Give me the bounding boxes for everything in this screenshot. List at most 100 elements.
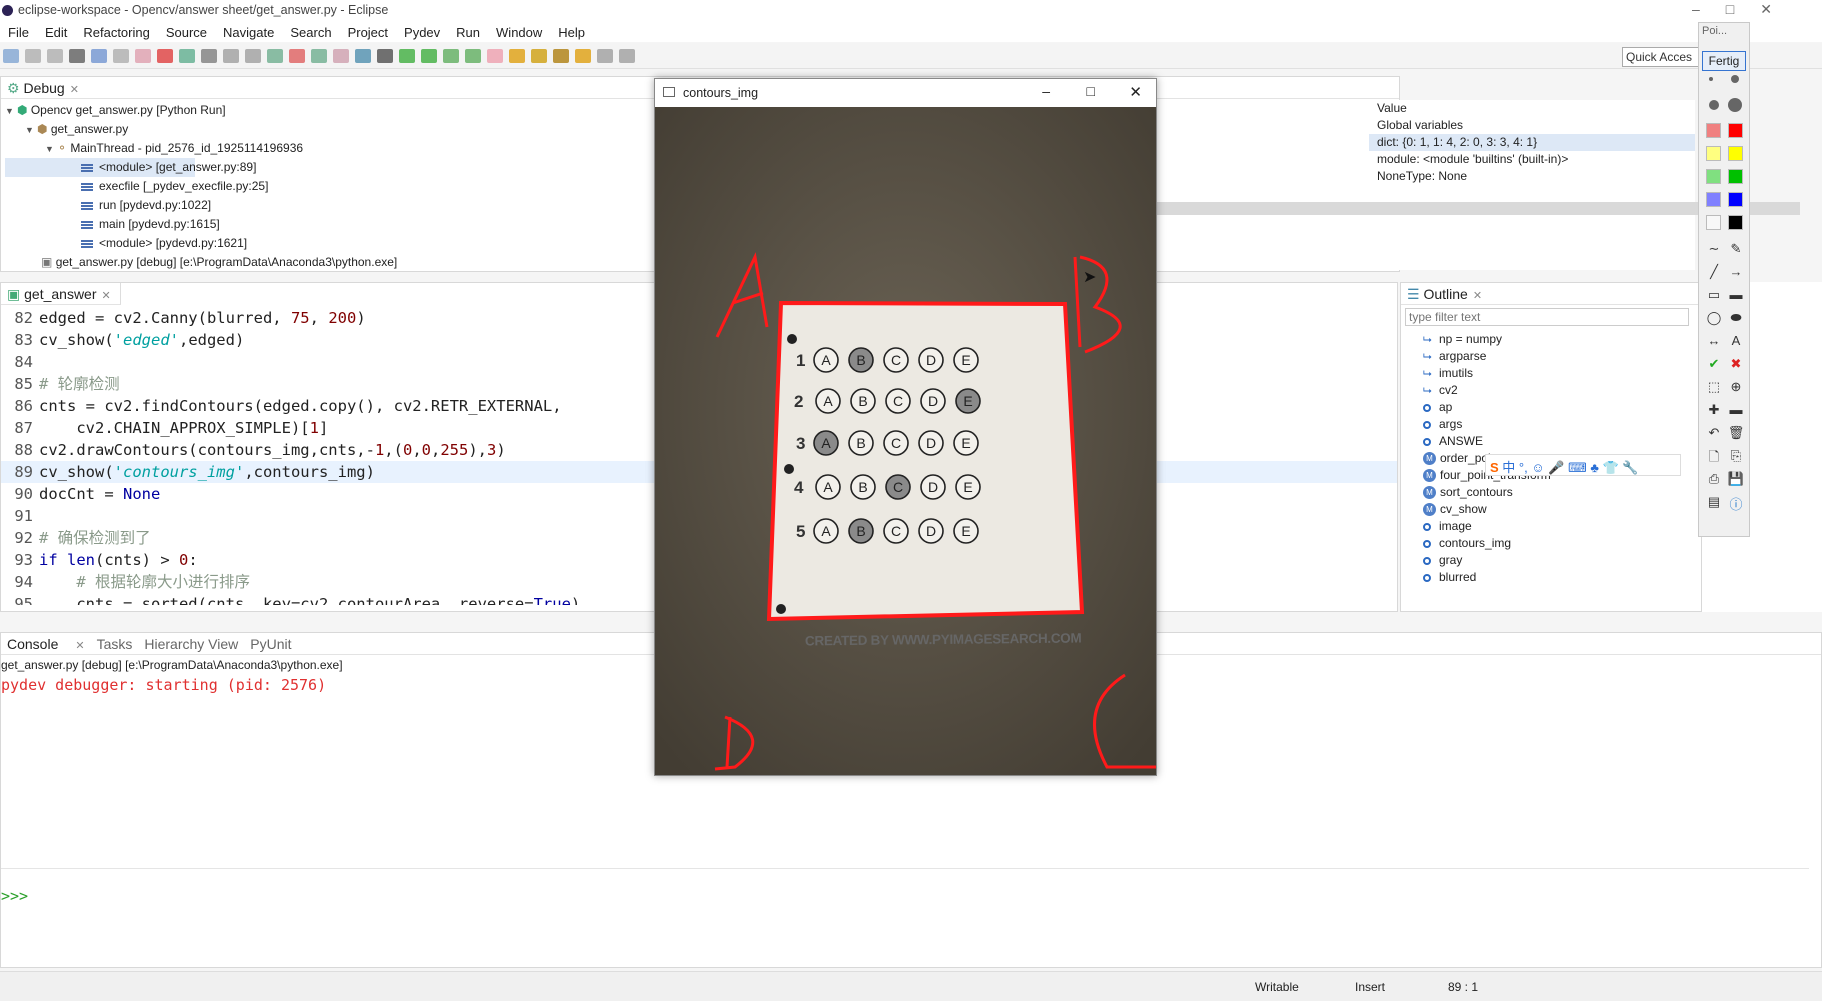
tab-pyunit[interactable]: PyUnit	[250, 636, 291, 652]
menu-pydev[interactable]: Pydev	[396, 24, 448, 41]
outline-item[interactable]: ⮡ cv2	[1401, 382, 1701, 399]
tab-tasks[interactable]: Tasks	[97, 636, 133, 652]
outline-item[interactable]: gray	[1401, 552, 1701, 569]
toolbar-icon[interactable]	[135, 49, 151, 63]
toolbar-icon[interactable]	[223, 49, 239, 63]
toolbar-icon[interactable]	[245, 49, 261, 63]
brush-size-small[interactable]	[1709, 77, 1713, 81]
toolbar-icon[interactable]	[179, 49, 195, 63]
print-icon[interactable]: ⎙	[1704, 471, 1724, 487]
toolbar-icon[interactable]	[597, 49, 613, 63]
stack-frame[interactable]: <module> [get_answer.py:89]	[5, 158, 256, 177]
brush-size-large[interactable]	[1728, 98, 1742, 112]
menu-edit[interactable]: Edit	[37, 24, 75, 41]
outline-item[interactable]: contours_img	[1401, 535, 1701, 552]
toolbar-icon[interactable]	[443, 49, 459, 63]
ellipse-icon[interactable]: ◯	[1704, 310, 1724, 326]
close-icon[interactable]: ✕	[102, 290, 111, 302]
eraser-icon[interactable]: ✎	[1726, 241, 1746, 257]
plus-icon[interactable]: ✚	[1704, 402, 1724, 418]
maximize-button[interactable]: □	[1087, 83, 1095, 99]
zoom-icon[interactable]: ⊕	[1726, 379, 1746, 395]
toolbar-icon[interactable]	[289, 49, 305, 63]
info-icon[interactable]: ⓘ	[1726, 494, 1746, 513]
color-swatch[interactable]	[1728, 215, 1743, 230]
ime-toolbar[interactable]: S 中 °, ☺ 🎤 ⌨ ♣ 👕 🔧	[1485, 454, 1681, 476]
tab-get-answer[interactable]: ▣ get_answer ✕	[1, 283, 121, 305]
text-icon[interactable]: A	[1726, 333, 1746, 348]
minus-icon[interactable]: ▬	[1726, 402, 1746, 417]
check-icon[interactable]: ✔	[1704, 356, 1724, 372]
toolbar-icon[interactable]	[267, 49, 283, 63]
tab-hierarchy-view[interactable]: Hierarchy View	[144, 636, 238, 652]
color-swatch-light[interactable]	[1706, 215, 1721, 230]
toolbar-icon[interactable]	[47, 49, 63, 63]
toolbar-icon[interactable]	[311, 49, 327, 63]
quick-access-input[interactable]: Quick Acces	[1622, 47, 1704, 67]
toolbar-icon[interactable]	[3, 49, 19, 63]
color-swatch-light[interactable]	[1706, 123, 1721, 138]
image-window-titlebar[interactable]: contours_img – □ ✕	[655, 79, 1156, 107]
toolbar-icon[interactable]	[553, 49, 569, 63]
toolbar-icon[interactable]	[355, 49, 371, 63]
window-controls[interactable]: –□✕	[1692, 1, 1798, 18]
menu-search[interactable]: Search	[282, 24, 339, 41]
menu-source[interactable]: Source	[158, 24, 215, 41]
menu-window[interactable]: Window	[488, 24, 550, 41]
brush-size-large[interactable]	[1731, 75, 1739, 83]
outline-item[interactable]: ⮡ np = numpy	[1401, 331, 1701, 348]
toolbar-icon[interactable]	[421, 49, 437, 63]
arrow-icon[interactable]: →	[1726, 264, 1746, 279]
fertig-button[interactable]: Fertig	[1702, 51, 1746, 71]
line-icon[interactable]: ╱	[1704, 264, 1724, 280]
toolbar-icon[interactable]	[25, 49, 41, 63]
rectangle-icon[interactable]: ▭	[1704, 287, 1724, 303]
toolbar-icon[interactable]	[91, 49, 107, 63]
menu-project[interactable]: Project	[340, 24, 396, 41]
toolbar-icon[interactable]	[509, 49, 525, 63]
filled-rectangle-icon[interactable]: ▬	[1726, 287, 1746, 302]
color-swatch-light[interactable]	[1706, 146, 1721, 161]
crop-icon[interactable]: ⬚	[1704, 379, 1724, 395]
close-button[interactable]: ✕	[1129, 83, 1142, 101]
color-swatch[interactable]	[1728, 146, 1743, 161]
toolbar-icon[interactable]	[157, 49, 173, 63]
outline-filter-input[interactable]	[1405, 308, 1689, 326]
toolbar-icon[interactable]	[333, 49, 349, 63]
cross-icon[interactable]: ✖	[1726, 356, 1746, 372]
menu-file[interactable]: File	[0, 24, 37, 41]
toolbar-icon[interactable]	[575, 49, 591, 63]
menu-run[interactable]: Run	[448, 24, 488, 41]
double-arrow-icon[interactable]: ↔	[1704, 333, 1724, 348]
toolbar-icon[interactable]	[619, 49, 635, 63]
color-swatch[interactable]	[1728, 192, 1743, 207]
color-swatch[interactable]	[1728, 169, 1743, 184]
toolbar-icon[interactable]	[201, 49, 217, 63]
close-icon[interactable]: ✕	[75, 640, 84, 652]
outline-item[interactable]: ANSWE	[1401, 433, 1701, 450]
color-swatch-light[interactable]	[1706, 169, 1721, 184]
outline-item[interactable]: ⮡ imutils	[1401, 365, 1701, 382]
console-prompt[interactable]: >>>	[1, 885, 28, 907]
variable-row[interactable]: dict: {0: 1, 1: 4, 2: 0, 3: 3, 4: 1}	[1369, 134, 1695, 151]
toolbar-icon[interactable]	[487, 49, 503, 63]
variable-row[interactable]: NoneType: None	[1369, 168, 1695, 185]
tab-console[interactable]: Console	[7, 636, 58, 652]
outline-item[interactable]: args	[1401, 416, 1701, 433]
copy-icon[interactable]: ⎘	[1726, 448, 1746, 464]
toolbar-icon[interactable]	[531, 49, 547, 63]
new-page-icon[interactable]: 🗋	[1704, 448, 1724, 470]
trash-icon[interactable]: 🗑	[1726, 425, 1746, 441]
color-swatch[interactable]	[1728, 123, 1743, 138]
variable-row[interactable]: module: <module 'builtins' (built-in)>	[1369, 151, 1695, 168]
toolbar-icon[interactable]	[465, 49, 481, 63]
pen-icon[interactable]: ∼	[1704, 241, 1724, 257]
outline-item[interactable]: Msort_contours	[1401, 484, 1701, 501]
undo-icon[interactable]: ↶	[1704, 425, 1724, 441]
toolbar-icon[interactable]	[113, 49, 129, 63]
outline-item[interactable]: blurred	[1401, 569, 1701, 586]
outline-item[interactable]: Mcv_show	[1401, 501, 1701, 518]
close-icon[interactable]: ✕	[1473, 290, 1482, 302]
outline-item[interactable]: ap	[1401, 399, 1701, 416]
variable-row[interactable]: Global variables	[1369, 117, 1695, 134]
